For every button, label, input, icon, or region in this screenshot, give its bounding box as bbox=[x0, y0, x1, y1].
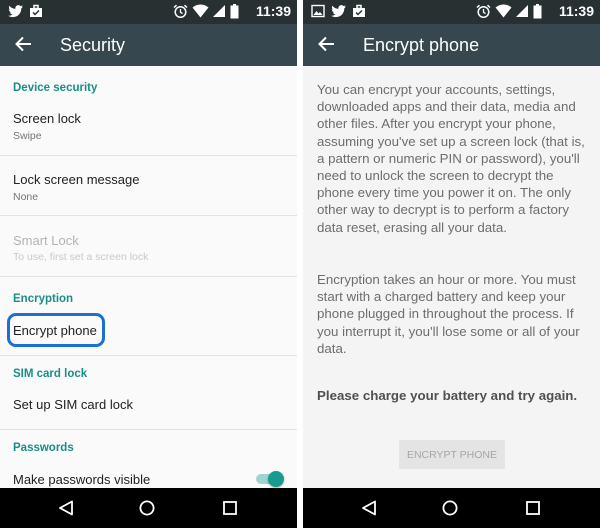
alarm-icon bbox=[173, 4, 188, 19]
make-passwords-visible-title[interactable]: Make passwords visible bbox=[13, 472, 150, 487]
twitter-icon bbox=[8, 5, 23, 18]
briefcase-icon bbox=[30, 4, 42, 17]
passwords-visible-toggle[interactable] bbox=[254, 469, 284, 489]
back-nav-icon[interactable] bbox=[58, 500, 74, 516]
signal-icon bbox=[213, 5, 225, 17]
alarm-icon bbox=[476, 4, 491, 19]
back-nav-icon[interactable] bbox=[361, 500, 377, 516]
security-screen: 11:39 Security Device security Screen lo… bbox=[0, 0, 297, 528]
navigation-bar bbox=[0, 488, 297, 528]
app-bar: Security bbox=[0, 24, 297, 66]
recents-nav-icon[interactable] bbox=[525, 500, 541, 516]
status-time: 11:39 bbox=[558, 3, 594, 19]
signal-icon bbox=[516, 5, 528, 17]
divider bbox=[0, 429, 297, 430]
page-title: Encrypt phone bbox=[363, 35, 480, 55]
encrypt-phone-button[interactable]: ENCRYPT PHONE bbox=[399, 440, 505, 469]
section-header-passwords: Passwords bbox=[13, 442, 74, 454]
back-arrow-icon[interactable] bbox=[317, 36, 335, 52]
screen-lock-summary: Swipe bbox=[13, 130, 42, 142]
section-header-device-security: Device security bbox=[13, 82, 98, 94]
wifi-icon bbox=[192, 4, 209, 18]
encryption-time-warning: Encryption takes an hour or more. You mu… bbox=[317, 272, 580, 356]
page-title: Security bbox=[60, 35, 126, 55]
encrypt-phone-highlight bbox=[7, 313, 105, 347]
section-header-encryption: Encryption bbox=[13, 293, 74, 305]
battery-warning: Please charge your battery and try again… bbox=[317, 388, 578, 403]
lock-screen-message-title[interactable]: Lock screen message bbox=[13, 172, 139, 187]
screen-lock-title[interactable]: Screen lock bbox=[13, 111, 81, 126]
home-nav-icon[interactable] bbox=[139, 500, 155, 516]
encrypt-phone-screen: 11:39 Encrypt phone You can encrypt your… bbox=[303, 0, 600, 528]
divider bbox=[0, 215, 297, 216]
app-bar: Encrypt phone bbox=[303, 24, 600, 66]
battery-icon bbox=[230, 4, 239, 19]
briefcase-icon bbox=[353, 4, 365, 17]
twitter-icon bbox=[331, 5, 346, 18]
status-bar: 11:39 bbox=[0, 0, 297, 24]
recents-nav-icon[interactable] bbox=[222, 500, 238, 516]
toggle-thumb bbox=[268, 471, 284, 487]
encryption-description: You can encrypt your accounts, settings,… bbox=[317, 82, 585, 235]
section-header-sim-card-lock: SIM card lock bbox=[13, 368, 88, 380]
status-time: 11:39 bbox=[255, 3, 291, 19]
smart-lock-summary: To use, first set a screen lock bbox=[13, 251, 149, 263]
wifi-icon bbox=[495, 4, 512, 18]
status-bar: 11:39 bbox=[303, 0, 600, 24]
sim-card-lock-item[interactable]: Set up SIM card lock bbox=[13, 397, 133, 412]
lock-screen-message-summary: None bbox=[13, 191, 39, 203]
navigation-bar bbox=[303, 488, 600, 528]
battery-icon bbox=[533, 4, 542, 19]
divider bbox=[0, 355, 297, 356]
divider bbox=[0, 276, 297, 277]
home-nav-icon[interactable] bbox=[442, 500, 458, 516]
smart-lock-title: Smart Lock bbox=[13, 233, 79, 248]
image-icon bbox=[311, 4, 325, 18]
divider bbox=[0, 155, 297, 156]
back-arrow-icon[interactable] bbox=[14, 36, 32, 52]
